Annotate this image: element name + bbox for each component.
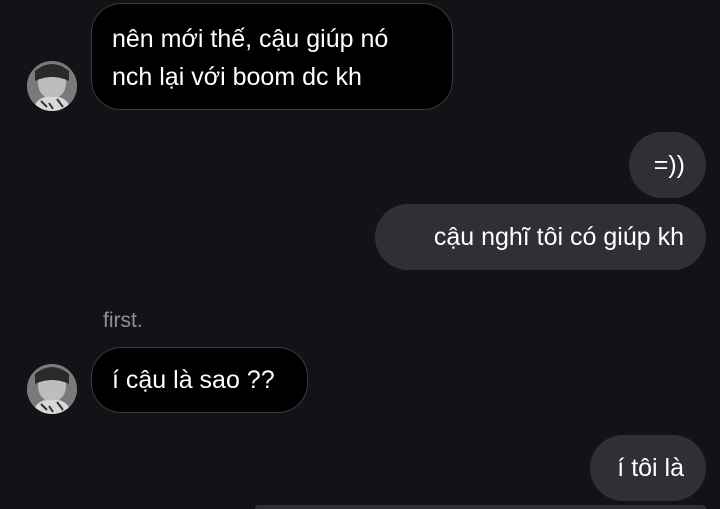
avatar[interactable]	[27, 364, 77, 414]
sender-name: first.	[103, 309, 143, 332]
outgoing-message-bubble-partial[interactable]	[255, 505, 706, 509]
outgoing-message-bubble[interactable]: cậu nghĩ tôi có giúp kh	[375, 204, 706, 270]
outgoing-message-bubble[interactable]: =))	[629, 132, 706, 198]
incoming-message-bubble[interactable]: nên mới thế, cậu giúp nó nch lại với boo…	[91, 3, 453, 110]
outgoing-message-bubble[interactable]: í tôi là	[590, 435, 706, 501]
message-text-line: nch lại với boom dc kh	[112, 63, 362, 91]
message-text: =))	[653, 151, 685, 179]
message-text-line: nên mới thế, cậu giúp nó	[112, 25, 389, 53]
avatar[interactable]	[27, 61, 77, 111]
message-text: í cậu là sao ??	[112, 366, 275, 394]
message-text: cậu nghĩ tôi có giúp kh	[433, 223, 684, 251]
message-text: í tôi là	[617, 454, 684, 482]
incoming-message-bubble[interactable]: í cậu là sao ??	[91, 347, 308, 413]
